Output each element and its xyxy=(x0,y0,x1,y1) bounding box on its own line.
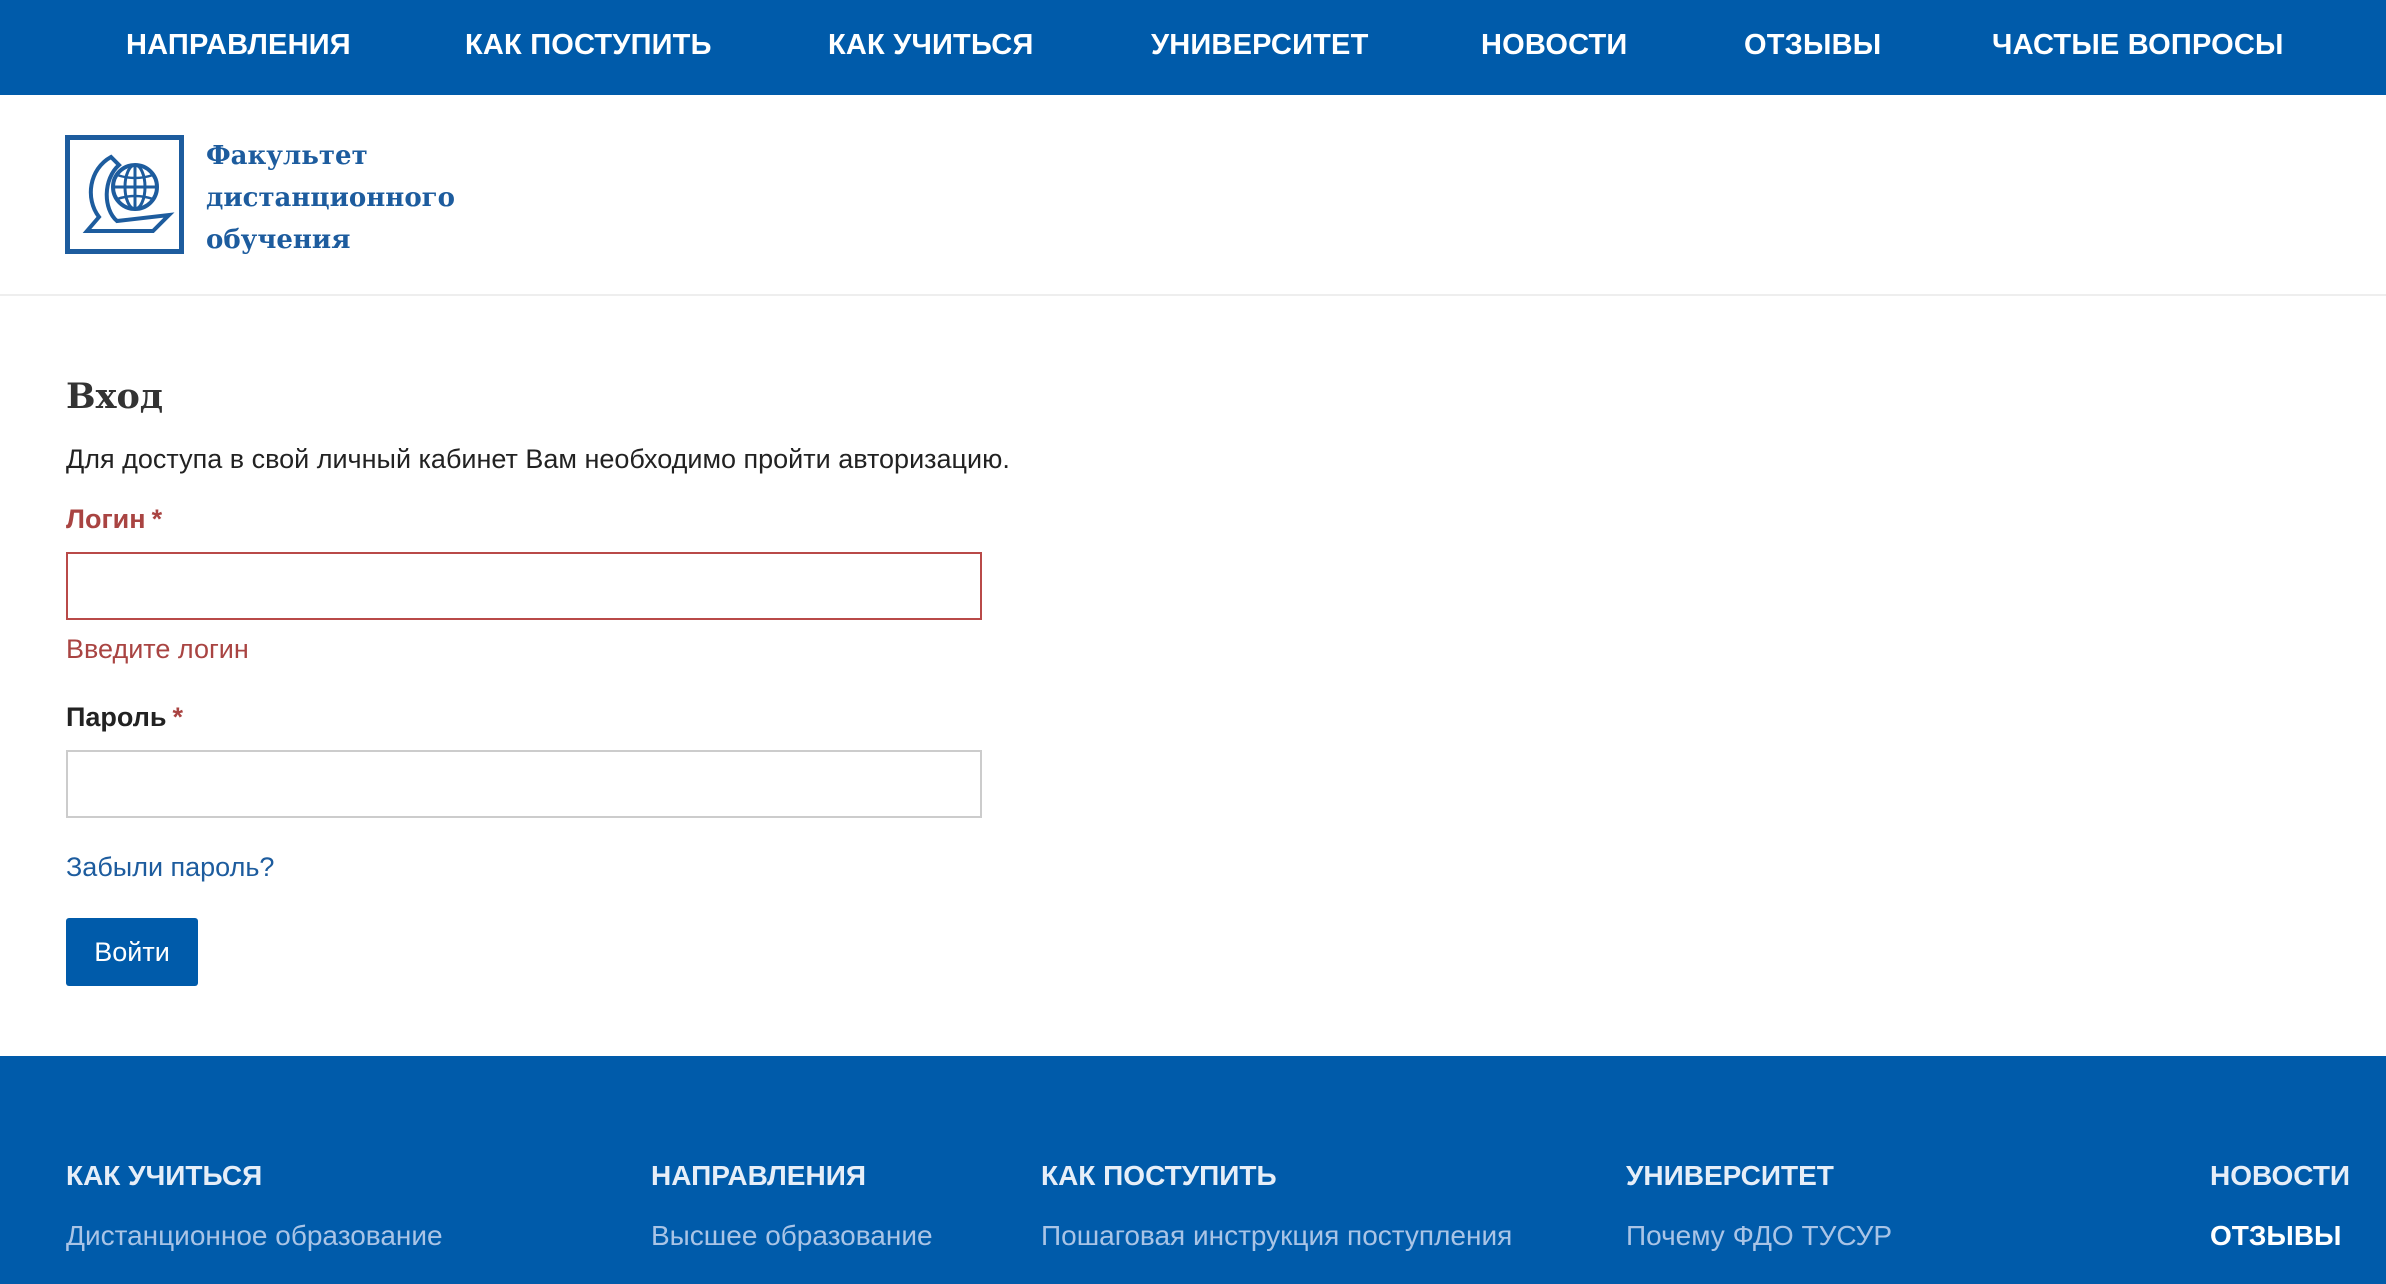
password-label-text: Пароль xyxy=(66,702,167,732)
footer-link-why-fdo[interactable]: Почему ФДО ТУСУР xyxy=(1626,1220,1892,1252)
intro-text: Для доступа в свой личный кабинет Вам не… xyxy=(66,444,1010,474)
required-marker: * xyxy=(172,702,184,732)
footer-title-how-to-apply[interactable]: КАК ПОСТУПИТЬ xyxy=(1041,1160,1277,1192)
globe-book-logo-icon[interactable] xyxy=(65,135,184,254)
login-error-message: Введите логин xyxy=(66,634,249,664)
required-marker: * xyxy=(151,504,163,534)
login-input[interactable] xyxy=(66,552,982,620)
logo-text[interactable]: Факультет дистанционного обучения xyxy=(206,135,466,261)
site-footer: КАК УЧИТЬСЯ Дистанционное образование НА… xyxy=(0,1056,2386,1284)
login-label-text: Логин xyxy=(66,504,146,534)
footer-link-higher-education[interactable]: Высшее образование xyxy=(651,1220,933,1252)
login-label: Логин * xyxy=(66,504,162,535)
page-title: Вход xyxy=(66,376,164,417)
logo-line-2: дистанционного xyxy=(206,183,455,213)
footer-title-how-to-study[interactable]: КАК УЧИТЬСЯ xyxy=(66,1160,262,1192)
footer-title-directions[interactable]: НАПРАВЛЕНИЯ xyxy=(651,1160,866,1192)
forgot-password-link[interactable]: Забыли пароль? xyxy=(66,852,274,883)
password-input[interactable] xyxy=(66,750,982,818)
footer-link-news[interactable]: НОВОСТИ xyxy=(2210,1160,2350,1192)
top-navigation: НАПРАВЛЕНИЯ КАК ПОСТУПИТЬ КАК УЧИТЬСЯ УН… xyxy=(0,0,2386,95)
nav-item-faq[interactable]: ЧАСТЫЕ ВОПРОСЫ xyxy=(1992,0,2284,95)
logo-line-3: обучения xyxy=(206,225,351,255)
nav-item-how-to-apply[interactable]: КАК ПОСТУПИТЬ xyxy=(465,0,712,95)
nav-item-directions[interactable]: НАПРАВЛЕНИЯ xyxy=(126,0,351,95)
login-button[interactable]: Войти xyxy=(66,918,198,986)
footer-link-distance-education[interactable]: Дистанционное образование xyxy=(66,1220,443,1252)
nav-item-reviews[interactable]: ОТЗЫВЫ xyxy=(1744,0,1881,95)
logo-line-1: Факультет xyxy=(206,141,368,171)
site-header: Факультет дистанционного обучения xyxy=(0,95,2386,296)
password-label: Пароль * xyxy=(66,702,183,733)
nav-item-university[interactable]: УНИВЕРСИТЕТ xyxy=(1151,0,1369,95)
nav-item-news[interactable]: НОВОСТИ xyxy=(1481,0,1627,95)
nav-item-how-to-study[interactable]: КАК УЧИТЬСЯ xyxy=(828,0,1033,95)
footer-title-university[interactable]: УНИВЕРСИТЕТ xyxy=(1626,1160,1834,1192)
footer-link-admission-guide[interactable]: Пошаговая инструкция поступления xyxy=(1041,1220,1512,1252)
footer-link-reviews[interactable]: ОТЗЫВЫ xyxy=(2210,1220,2341,1252)
